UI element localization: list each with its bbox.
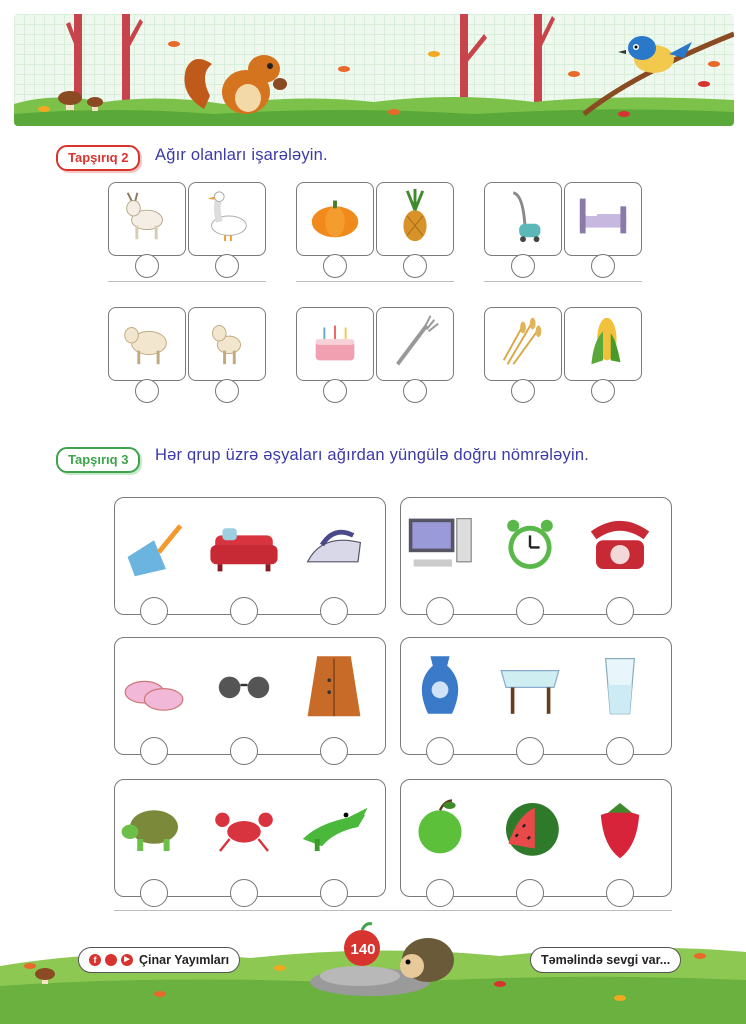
table-number-circle[interactable] bbox=[516, 737, 544, 765]
dustpan-icon bbox=[118, 509, 190, 586]
iron-icon bbox=[298, 509, 370, 586]
crocodile-number-circle[interactable] bbox=[320, 879, 348, 907]
slippers-number-circle[interactable] bbox=[140, 737, 168, 765]
crocodile-icon bbox=[298, 791, 370, 868]
strawberry-number-circle[interactable] bbox=[606, 879, 634, 907]
apple-icon bbox=[404, 791, 476, 868]
table-icon bbox=[494, 649, 566, 726]
watermelon-icon bbox=[494, 791, 566, 868]
computer-number-circle[interactable] bbox=[426, 597, 454, 625]
coat-icon bbox=[298, 649, 370, 726]
crab-number-circle[interactable] bbox=[230, 879, 258, 907]
coat-number-circle[interactable] bbox=[320, 737, 348, 765]
publisher-badge: f ▶ Çinar Yayımları bbox=[78, 947, 241, 973]
page-number: 140 bbox=[350, 941, 376, 958]
slogan-text: Təməlində sevgi var... bbox=[541, 953, 671, 967]
iron-number-circle[interactable] bbox=[320, 597, 348, 625]
sunglasses-icon bbox=[208, 649, 280, 726]
divider bbox=[114, 910, 672, 911]
facebook-icon: f bbox=[89, 954, 101, 966]
instagram-icon bbox=[105, 954, 117, 966]
alarm-clock-icon bbox=[494, 509, 566, 586]
youtube-icon: ▶ bbox=[121, 954, 133, 966]
sofa-icon bbox=[208, 509, 280, 586]
dustpan-number-circle[interactable] bbox=[140, 597, 168, 625]
alarm-clock-number-circle[interactable] bbox=[516, 597, 544, 625]
apple-number-circle[interactable] bbox=[426, 879, 454, 907]
telephone-number-circle[interactable] bbox=[606, 597, 634, 625]
turtle-icon bbox=[118, 791, 190, 868]
telephone-icon bbox=[584, 509, 656, 586]
slippers-icon bbox=[118, 649, 190, 726]
glass-number-circle[interactable] bbox=[606, 737, 634, 765]
computer-icon bbox=[404, 509, 476, 586]
sofa-number-circle[interactable] bbox=[230, 597, 258, 625]
glass-icon bbox=[584, 649, 656, 726]
vase-number-circle[interactable] bbox=[426, 737, 454, 765]
publisher-name: Çinar Yayımları bbox=[139, 953, 230, 967]
hedgehog-icon bbox=[400, 938, 454, 982]
crab-icon bbox=[208, 791, 280, 868]
strawberry-icon bbox=[584, 791, 656, 868]
sunglasses-number-circle[interactable] bbox=[230, 737, 258, 765]
slogan-badge: Təməlində sevgi var... bbox=[530, 947, 682, 973]
turtle-number-circle[interactable] bbox=[140, 879, 168, 907]
watermelon-number-circle[interactable] bbox=[516, 879, 544, 907]
task3-groups bbox=[0, 0, 746, 920]
vase-icon bbox=[404, 649, 476, 726]
